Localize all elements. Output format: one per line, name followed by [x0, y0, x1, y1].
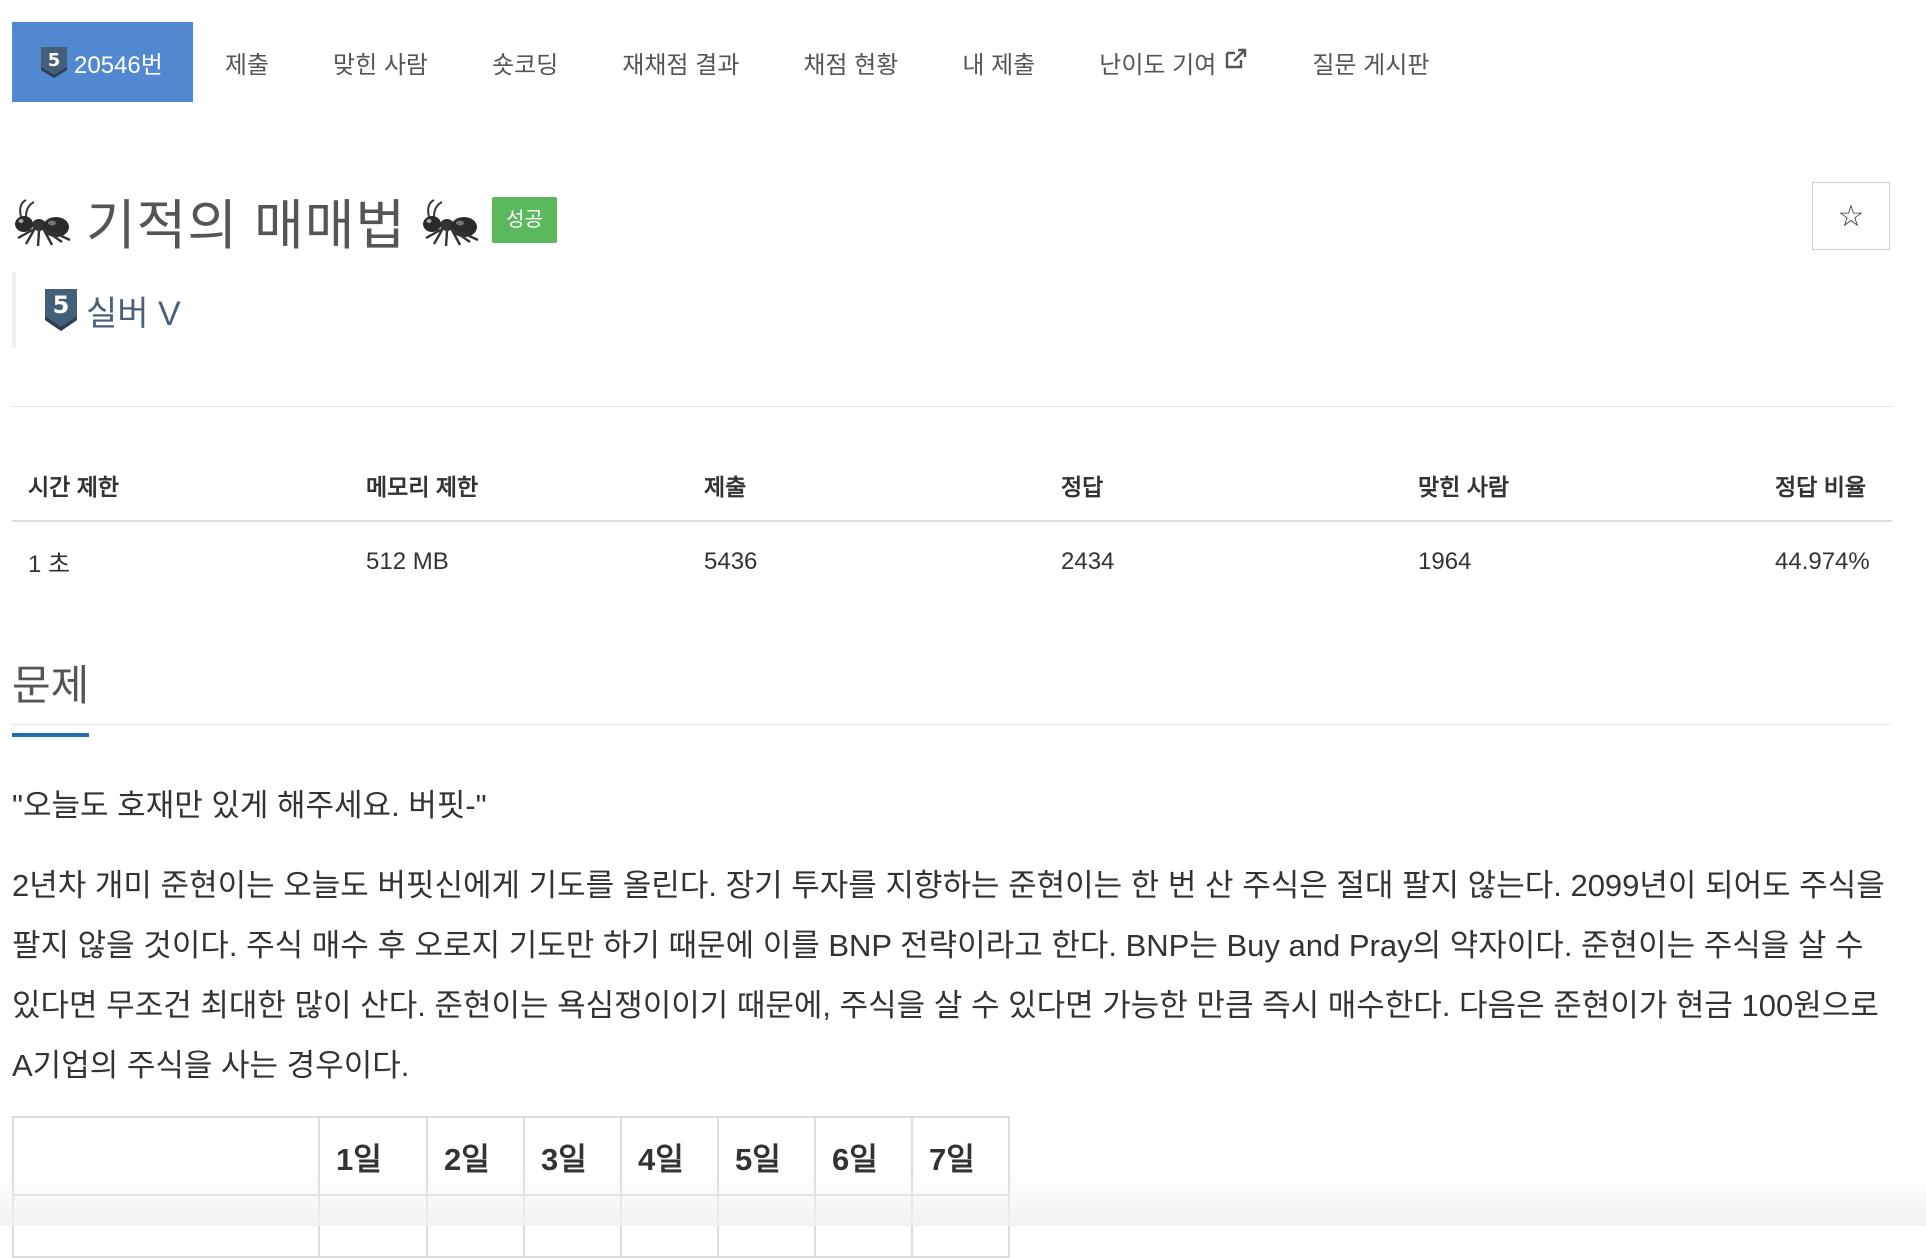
- example-cell: [911, 1194, 1010, 1258]
- example-header-day5: 5일: [717, 1116, 816, 1196]
- nav-qna-board[interactable]: 질문 게시판: [1280, 22, 1461, 102]
- nav-judge-status-label: 채점 현황: [803, 51, 899, 79]
- favorite-star-button[interactable]: ☆: [1812, 182, 1890, 250]
- value-time-limit: 1 초: [28, 551, 71, 578]
- example-cell: [426, 1194, 525, 1258]
- value-memory-limit: 512 MB: [366, 547, 449, 575]
- header-memory-limit: 메모리 제한: [350, 456, 688, 522]
- problem-nav: 5 20546번 제출 맞힌 사람 숏코딩 재채점 결과 채점 현황 내 제출 …: [12, 22, 1461, 102]
- nav-difficulty-contribution-label: 난이도 기여: [1099, 51, 1217, 79]
- ant-icon: [12, 190, 72, 250]
- tier-label: 실버 V: [86, 294, 181, 333]
- value-accept-ratio: 44.974%: [1775, 547, 1870, 575]
- table-row: [12, 1194, 1010, 1258]
- value-submissions: 5436: [704, 547, 758, 575]
- header-solvers: 맞힌 사람: [1402, 456, 1759, 522]
- example-header-day2: 2일: [426, 1116, 525, 1196]
- problem-page: 5 20546번 제출 맞힌 사람 숏코딩 재채점 결과 채점 현황 내 제출 …: [0, 0, 1926, 1258]
- nav-difficulty-contribution[interactable]: 난이도 기여: [1067, 22, 1280, 102]
- example-header-day6: 6일: [814, 1116, 913, 1196]
- table-header-row: 시간 제한 메모리 제한 제출 정답 맞힌 사람 정답 비율: [12, 456, 1892, 522]
- table-row: 1 초 512 MB 5436 2434 1964 44.974%: [12, 521, 1892, 601]
- nav-problem-id-label: 20546번: [74, 51, 163, 79]
- example-table: 1일 2일 3일 4일 5일 6일 7일: [12, 1116, 1010, 1258]
- header-submissions: 제출: [688, 456, 1045, 522]
- example-cell: [523, 1194, 622, 1258]
- star-icon: ☆: [1837, 199, 1865, 233]
- header-time-limit: 시간 제한: [12, 456, 350, 522]
- nav-my-submissions-label: 내 제출: [962, 51, 1036, 79]
- header-accepted: 정답: [1045, 456, 1402, 522]
- problem-description: 2년차 개미 준현이는 오늘도 버핏신에게 기도를 올린다. 장기 투자를 지향…: [12, 868, 1885, 1083]
- nav-short-coding[interactable]: 숏코딩: [460, 22, 590, 102]
- nav-problem-id[interactable]: 5 20546번: [12, 22, 193, 102]
- svg-text:5: 5: [48, 50, 61, 71]
- silver-tier-icon: 5: [44, 288, 78, 332]
- example-cell: [717, 1194, 816, 1258]
- example-row-label: [12, 1194, 320, 1258]
- problem-title: 기적의 매매법: [86, 195, 407, 256]
- value-solvers: 1964: [1418, 547, 1472, 575]
- problem-info-table: 시간 제한 메모리 제한 제출 정답 맞힌 사람 정답 비율 1 초 512 M…: [12, 456, 1892, 601]
- nav-solved-users[interactable]: 맞힌 사람: [301, 22, 460, 102]
- nav-submit[interactable]: 제출: [193, 22, 301, 102]
- ant-icon: [420, 190, 480, 250]
- header-accept-ratio: 정답 비율: [1759, 456, 1892, 522]
- example-table-header-row: 1일 2일 3일 4일 5일 6일 7일: [12, 1116, 1010, 1196]
- external-link-icon: [1224, 48, 1248, 77]
- example-cell: [814, 1194, 913, 1258]
- section-divider: [12, 724, 1892, 725]
- nav-submit-label: 제출: [224, 51, 269, 79]
- nav-judge-status[interactable]: 채점 현황: [771, 22, 930, 102]
- example-header-day1: 1일: [318, 1116, 428, 1196]
- divider: [12, 406, 1892, 407]
- problem-title-row: 기적의 매매법 성공: [12, 180, 557, 260]
- example-header-day4: 4일: [620, 1116, 719, 1196]
- nav-rejudge-results-label: 재채점 결과: [622, 51, 740, 79]
- example-header-day3: 3일: [523, 1116, 622, 1196]
- nav-qna-board-label: 질문 게시판: [1312, 51, 1430, 79]
- problem-section-header: 문제: [12, 652, 1892, 737]
- status-badge: 성공: [492, 197, 557, 243]
- problem-tier: 5 실버 V: [12, 272, 181, 348]
- silver-tier-icon: 5: [40, 46, 68, 79]
- nav-rejudge-results[interactable]: 재채점 결과: [590, 22, 771, 102]
- nav-short-coding-label: 숏코딩: [492, 51, 559, 79]
- example-header-blank: [12, 1116, 320, 1196]
- example-cell: [318, 1194, 428, 1258]
- example-header-day7: 7일: [911, 1116, 1010, 1196]
- nav-solved-users-label: 맞힌 사람: [333, 51, 428, 79]
- value-accepted: 2434: [1061, 547, 1115, 575]
- nav-my-submissions[interactable]: 내 제출: [930, 22, 1067, 102]
- problem-quote: "오늘도 호재만 있게 해주세요. 버핏-": [12, 788, 487, 823]
- svg-text:5: 5: [53, 291, 70, 319]
- example-cell: [620, 1194, 719, 1258]
